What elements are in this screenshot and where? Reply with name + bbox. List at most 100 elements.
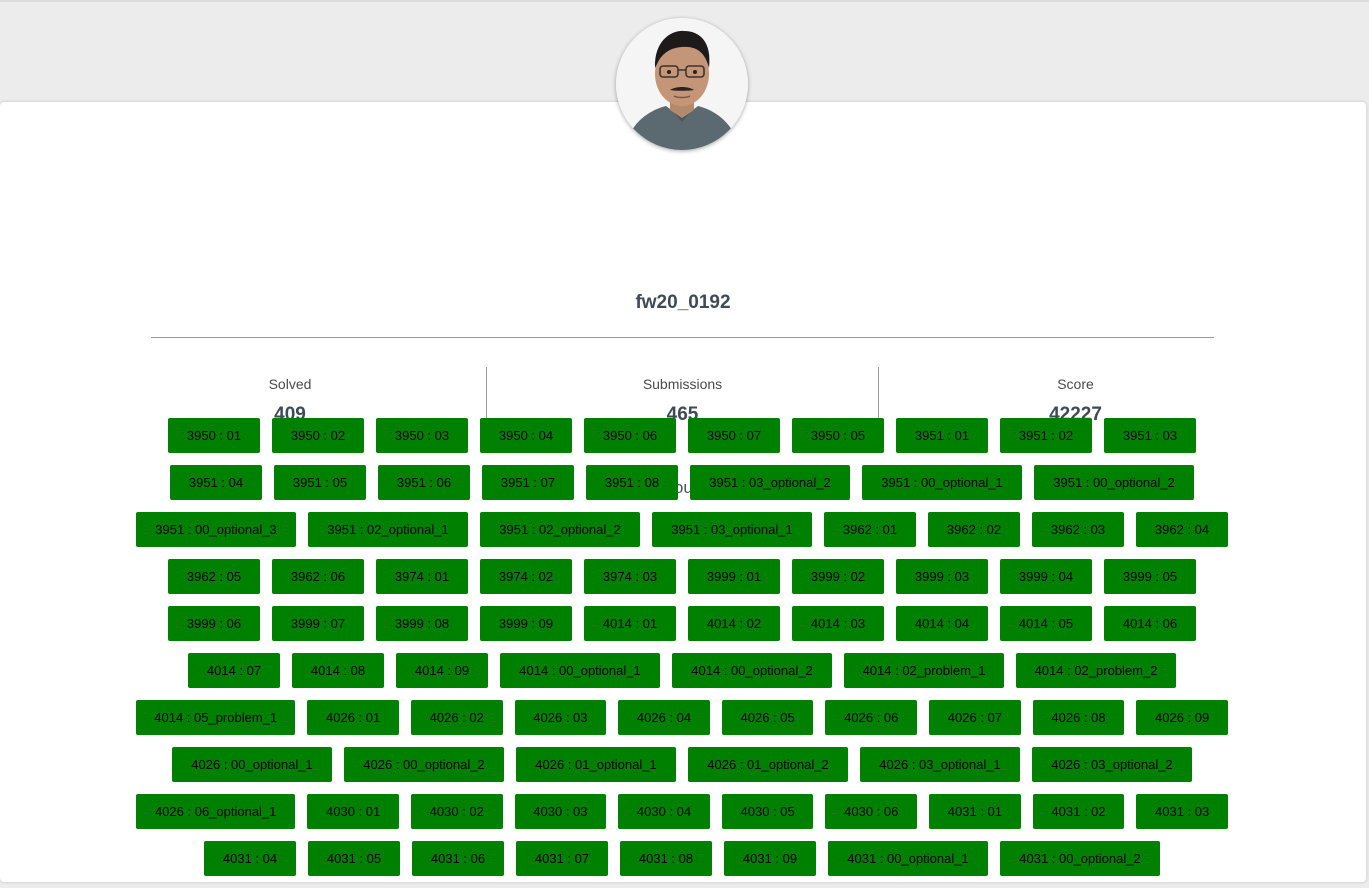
problem-button[interactable]: 4030 : 01 xyxy=(307,794,399,829)
problem-button[interactable]: 3999 : 06 xyxy=(168,606,260,641)
problem-button[interactable]: 3950 : 01 xyxy=(168,418,260,453)
problem-row: 4026 : 00_optional_1 4026 : 00_optional_2… xyxy=(136,747,1228,782)
problem-button[interactable]: 3962 : 04 xyxy=(1136,512,1228,547)
problem-button[interactable]: 3951 : 00_optional_2 xyxy=(1034,465,1194,500)
problem-button[interactable]: 4031 : 04 xyxy=(204,841,296,876)
problem-button[interactable]: 3951 : 06 xyxy=(378,465,470,500)
problem-button[interactable]: 4014 : 02 xyxy=(688,606,780,641)
problem-button[interactable]: 4031 : 00_optional_2 xyxy=(1000,841,1160,876)
problem-button[interactable]: 3950 : 07 xyxy=(688,418,780,453)
stat-submissions-label: Submissions xyxy=(642,376,723,392)
problem-row: 4031 : 04 4031 : 05 4031 : 06 4031 : 07 4031… xyxy=(136,841,1228,876)
problem-button[interactable]: 4026 : 06_optional_1 xyxy=(136,794,296,829)
problem-button[interactable]: 4030 : 06 xyxy=(825,794,918,829)
problem-button[interactable]: 4031 : 00_optional_1 xyxy=(828,841,988,876)
problem-button[interactable]: 4026 : 00_optional_2 xyxy=(344,747,504,782)
problem-button[interactable]: 4014 : 05_problem_1 xyxy=(136,700,296,735)
problem-button[interactable]: 4031 : 09 xyxy=(724,841,816,876)
problem-button[interactable]: 4026 : 03_optional_1 xyxy=(860,747,1020,782)
problem-row: 4014 : 05_problem_1 4026 : 01 4026 : 02 402… xyxy=(136,700,1228,735)
problem-button[interactable]: 3951 : 00_optional_1 xyxy=(862,465,1022,500)
problem-button[interactable]: 4014 : 08 xyxy=(292,653,384,688)
problem-button[interactable]: 4030 : 04 xyxy=(618,794,710,829)
problem-button[interactable]: 4030 : 02 xyxy=(410,794,503,829)
problem-button[interactable]: 4031 : 06 xyxy=(412,841,504,876)
problem-button[interactable]: 4026 : 05 xyxy=(721,700,814,735)
problem-button[interactable]: 4014 : 00_optional_2 xyxy=(672,653,832,688)
problem-button[interactable]: 3962 : 01 xyxy=(824,512,916,547)
problem-button[interactable]: 4026 : 01 xyxy=(307,700,399,735)
problem-button[interactable]: 4026 : 06 xyxy=(825,700,918,735)
problem-row: 3951 : 04 3951 : 05 3951 : 06 3951 : 07 3951… xyxy=(136,465,1228,500)
problem-button[interactable]: 4014 : 06 xyxy=(1104,606,1196,641)
problem-button[interactable]: 4031 : 05 xyxy=(308,841,400,876)
problem-button[interactable]: 3999 : 07 xyxy=(272,606,364,641)
problem-button[interactable]: 3974 : 03 xyxy=(584,559,676,594)
problem-button[interactable]: 3999 : 08 xyxy=(376,606,468,641)
problem-button[interactable]: 4014 : 00_optional_1 xyxy=(500,653,660,688)
problem-button[interactable]: 3950 : 03 xyxy=(376,418,468,453)
problem-button[interactable]: 4026 : 07 xyxy=(929,700,1021,735)
problem-button[interactable]: 3951 : 02_optional_1 xyxy=(308,512,468,547)
problem-button[interactable]: 3951 : 03_optional_1 xyxy=(652,512,812,547)
problem-row: 4014 : 07 4014 : 08 4014 : 09 4014 : 00_opt… xyxy=(136,653,1228,688)
problem-button[interactable]: 3951 : 07 xyxy=(482,465,574,500)
problem-button[interactable]: 3962 : 02 xyxy=(928,512,1020,547)
problem-button[interactable]: 4026 : 08 xyxy=(1032,700,1125,735)
problem-button[interactable]: 3974 : 02 xyxy=(480,559,572,594)
problem-button[interactable]: 3951 : 08 xyxy=(586,465,678,500)
problem-row: 3962 : 05 3962 : 06 3974 : 01 3974 : 02 3974… xyxy=(136,559,1228,594)
problem-button[interactable]: 4030 : 03 xyxy=(514,794,607,829)
problem-button[interactable]: 3999 : 04 xyxy=(1000,559,1092,594)
problem-button[interactable]: 3950 : 04 xyxy=(480,418,572,453)
problem-button[interactable]: 3962 : 03 xyxy=(1032,512,1124,547)
problem-button[interactable]: 3951 : 03_optional_2 xyxy=(690,465,850,500)
problem-button[interactable]: 4014 : 05 xyxy=(1000,606,1092,641)
problem-button[interactable]: 4014 : 02_problem_2 xyxy=(1016,653,1176,688)
problem-button[interactable]: 4014 : 07 xyxy=(188,653,280,688)
problem-button[interactable]: 4026 : 01_optional_2 xyxy=(688,747,848,782)
problem-row: 4026 : 06_optional_1 4030 : 01 4030 : 02 40… xyxy=(136,794,1228,829)
problem-button[interactable]: 3999 : 09 xyxy=(480,606,572,641)
problem-button[interactable]: 4026 : 02 xyxy=(410,700,503,735)
problem-button[interactable]: 3950 : 05 xyxy=(792,418,884,453)
problem-button[interactable]: 3951 : 03 xyxy=(1104,418,1196,453)
stat-score-label: Score xyxy=(1057,376,1094,392)
problem-button[interactable]: 3999 : 02 xyxy=(792,559,884,594)
problem-button[interactable]: 4014 : 04 xyxy=(896,606,988,641)
problem-button[interactable]: 4026 : 04 xyxy=(618,700,710,735)
problem-button[interactable]: 4026 : 03_optional_2 xyxy=(1032,747,1192,782)
problem-button[interactable]: 4031 : 03 xyxy=(1136,794,1228,829)
problem-button[interactable]: 3962 : 05 xyxy=(168,559,260,594)
problem-button[interactable]: 3974 : 01 xyxy=(376,559,468,594)
problem-button[interactable]: 4030 : 05 xyxy=(721,794,814,829)
problem-button[interactable]: 3951 : 05 xyxy=(274,465,366,500)
problem-button[interactable]: 4026 : 03 xyxy=(514,700,607,735)
problem-button[interactable]: 3951 : 00_optional_3 xyxy=(136,512,296,547)
problem-button[interactable]: 4031 : 07 xyxy=(516,841,608,876)
problem-row: 3999 : 06 3999 : 07 3999 : 08 3999 : 09 4014… xyxy=(136,606,1228,641)
problem-button[interactable]: 3962 : 06 xyxy=(272,559,364,594)
problem-button[interactable]: 4031 : 02 xyxy=(1032,794,1125,829)
username: fw20_0192 xyxy=(635,292,731,313)
problem-button[interactable]: 4014 : 01 xyxy=(584,606,676,641)
problem-button[interactable]: 3951 : 02 xyxy=(1000,418,1092,453)
problem-button[interactable]: 3999 : 03 xyxy=(896,559,988,594)
problem-button[interactable]: 4014 : 09 xyxy=(396,653,488,688)
problem-button[interactable]: 3951 : 04 xyxy=(170,465,262,500)
problem-button[interactable]: 4026 : 00_optional_1 xyxy=(172,747,332,782)
problem-button[interactable]: 4026 : 01_optional_1 xyxy=(516,747,676,782)
profile-photo xyxy=(616,18,748,150)
problem-list: 3950 : 01 3950 : 02 3950 : 03 3950 : 04 3950… xyxy=(136,418,1228,888)
problem-button[interactable]: 4014 : 03 xyxy=(792,606,884,641)
problem-button[interactable]: 3999 : 05 xyxy=(1104,559,1196,594)
problem-button[interactable]: 4014 : 02_problem_1 xyxy=(844,653,1004,688)
problem-button[interactable]: 3950 : 06 xyxy=(584,418,676,453)
problem-button[interactable]: 4031 : 08 xyxy=(620,841,712,876)
problem-button[interactable]: 4031 : 01 xyxy=(929,794,1021,829)
problem-button[interactable]: 3999 : 01 xyxy=(688,559,780,594)
problem-button[interactable]: 3951 : 01 xyxy=(896,418,988,453)
problem-button[interactable]: 4026 : 09 xyxy=(1136,700,1228,735)
problem-button[interactable]: 3950 : 02 xyxy=(272,418,364,453)
problem-button[interactable]: 3951 : 02_optional_2 xyxy=(480,512,640,547)
